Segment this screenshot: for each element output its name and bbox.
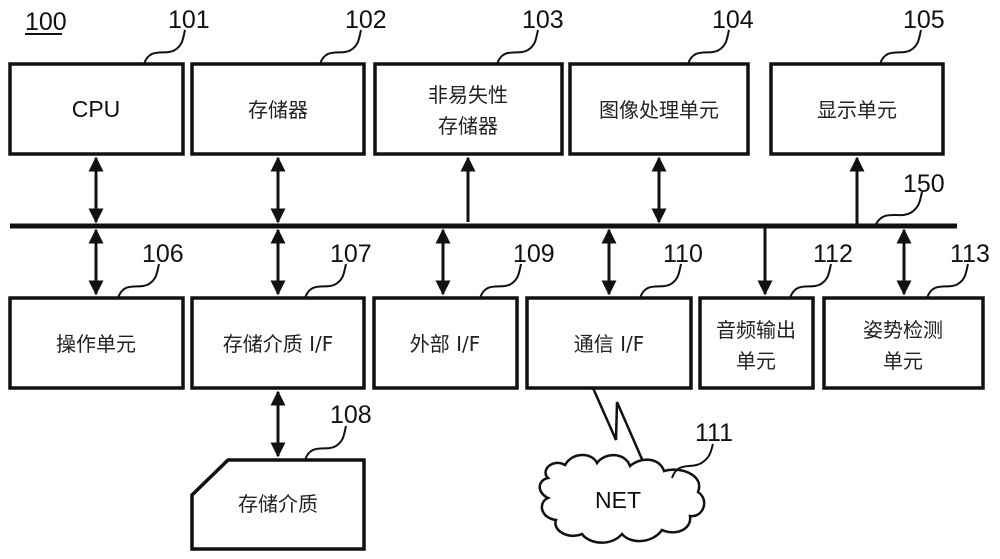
- block-storage-medium-label: 存储介质: [238, 492, 318, 516]
- network-label: NET: [595, 487, 641, 513]
- block-nonvolatile-memory-line1: 非易失性: [428, 83, 508, 107]
- leader-112: [789, 263, 832, 299]
- block-audio-output-unit-line1: 音频输出: [716, 318, 796, 342]
- leader-108: [304, 425, 347, 461]
- block-operation-unit-label: 操作单元: [56, 332, 136, 356]
- ref-109: 109: [513, 240, 555, 268]
- block-memory: 存储器 102: [190, 6, 387, 156]
- ref-111: 111: [695, 419, 733, 447]
- ref-105: 105: [903, 6, 945, 34]
- ref-102: 102: [345, 6, 387, 34]
- block-audio-output-unit-line2: 单元: [736, 349, 776, 373]
- block-cpu-label: CPU: [72, 96, 121, 122]
- block-storage-medium-if-label: 存储介质 I/F: [223, 332, 334, 356]
- block-nonvolatile-memory: 非易失性 存储器 103: [373, 6, 564, 156]
- ref-103: 103: [522, 6, 564, 34]
- block-image-processing-unit-label: 图像处理单元: [599, 98, 719, 122]
- ref-112: 112: [813, 240, 853, 268]
- leader-109: [479, 263, 522, 299]
- block-image-processing-unit: 图像处理单元 104: [568, 6, 754, 156]
- ref-107: 107: [330, 240, 372, 268]
- ref-104: 104: [712, 6, 754, 34]
- block-display-unit: 显示单元 105: [769, 6, 945, 156]
- ref-101: 101: [168, 6, 210, 34]
- block-storage-medium-if: 存储介质 I/F 107: [190, 240, 372, 390]
- leader-104: [687, 29, 730, 65]
- block-display-unit-label: 显示单元: [817, 98, 897, 122]
- block-attitude-detection-unit-line2: 单元: [883, 349, 923, 373]
- block-attitude-detection-unit-line1: 姿势检测: [863, 318, 943, 342]
- leader-106: [117, 263, 160, 299]
- block-external-if-label: 外部 I/F: [410, 332, 481, 356]
- ref-113: 113: [950, 240, 990, 268]
- leader-113: [926, 263, 969, 299]
- block-communication-if-label: 通信 I/F: [574, 332, 645, 356]
- ref-106: 106: [142, 240, 184, 268]
- leader-107: [304, 263, 347, 299]
- figure-ref: 100: [25, 8, 67, 36]
- ref-110: 110: [663, 240, 703, 268]
- leader-105: [879, 29, 922, 65]
- leader-101: [143, 29, 186, 65]
- block-diagram: 100 150 CPU 101 存储器 102 非易失性 存储器 103 图像处…: [8, 6, 990, 551]
- block-memory-label: 存储器: [248, 98, 308, 122]
- ref-108: 108: [330, 401, 372, 429]
- leader-102: [319, 29, 362, 65]
- block-storage-medium: 存储介质 108: [190, 401, 372, 551]
- leader-103: [496, 29, 539, 65]
- block-nonvolatile-memory-line2: 存储器: [438, 114, 498, 138]
- leader-110: [639, 263, 682, 299]
- bus-ref: 150: [903, 170, 945, 198]
- network-cloud: NET 111: [538, 419, 733, 544]
